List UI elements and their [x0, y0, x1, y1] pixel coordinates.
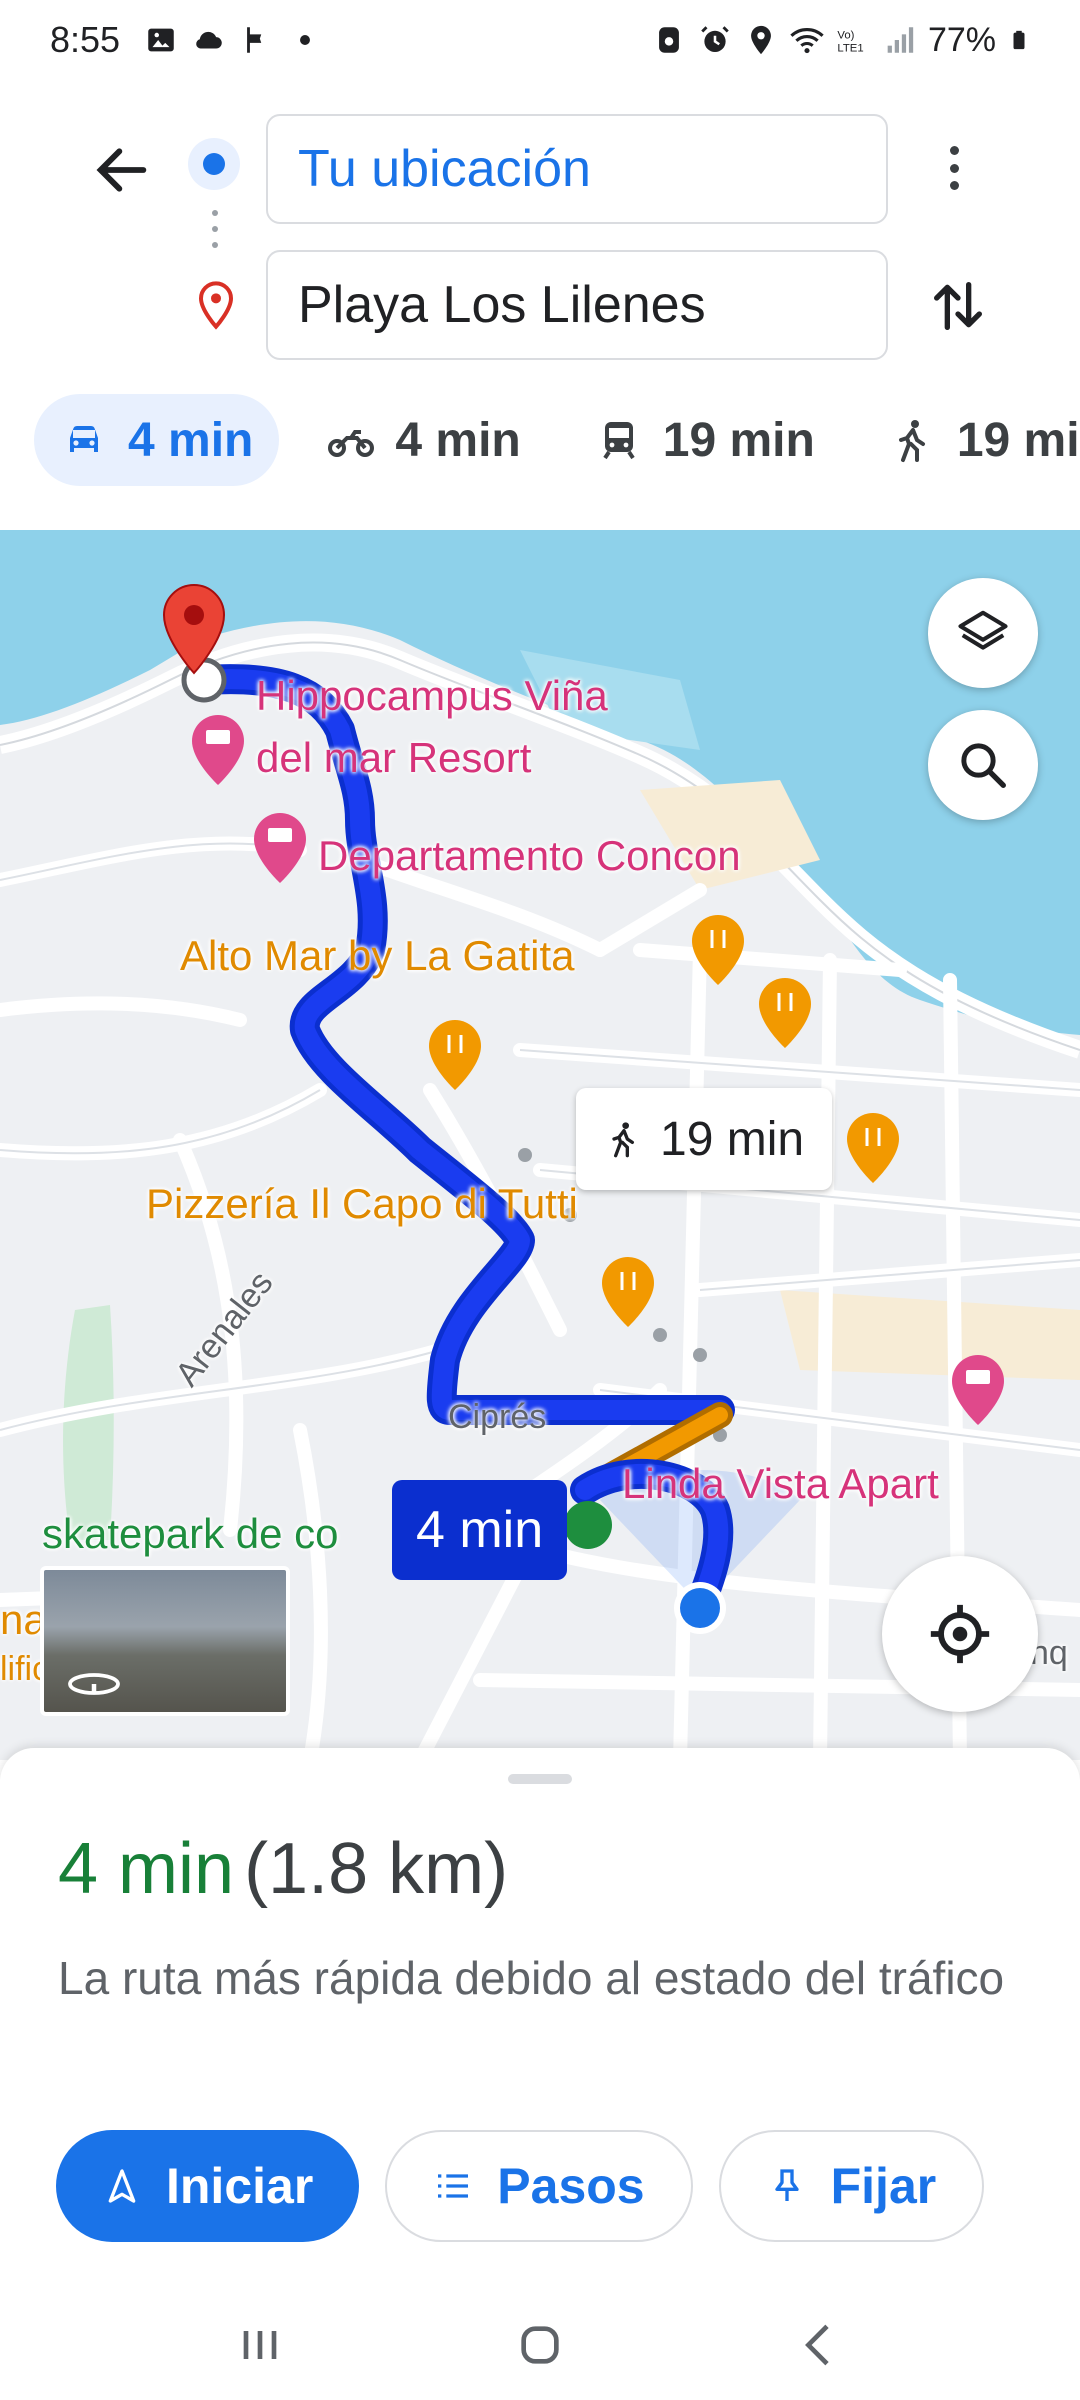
wifi-icon	[790, 28, 824, 54]
poi-label-alto-mar[interactable]: Alto Mar by La Gatita	[180, 932, 575, 980]
destination-pin-icon	[198, 281, 234, 330]
more-options-icon[interactable]	[934, 140, 974, 196]
vpn-icon	[659, 27, 679, 53]
location-icon	[751, 25, 771, 55]
poi-label-pizzeria[interactable]: Pizzería Il Capo di Tutti	[146, 1180, 578, 1228]
walk-icon	[612, 1122, 634, 1158]
route-summary-sheet[interactable]: 4 min (1.8 km) La ruta más rápida debido …	[0, 1748, 1080, 2308]
signal-icon	[887, 27, 914, 53]
my-location-button[interactable]	[882, 1556, 1038, 1712]
start-navigation-button[interactable]: Iniciar	[56, 2130, 360, 2242]
list-icon	[438, 2174, 469, 2198]
nav-back-icon[interactable]	[792, 2317, 848, 2373]
map-search-button[interactable]	[928, 710, 1038, 820]
dot-icon	[300, 35, 311, 45]
map-view[interactable]: Hippocampus Viña del mar Resort Departam…	[0, 530, 1080, 1760]
tab-driving[interactable]: 4 min	[34, 394, 280, 486]
travel-mode-tabs: 4 min 4 min 19 min 19 min	[0, 392, 1080, 488]
swap-icon[interactable]	[926, 274, 990, 338]
street-label-cipres: Ciprés	[448, 1398, 547, 1436]
route-duration: 4 min	[58, 1829, 235, 1909]
status-time: 8:55	[50, 19, 121, 60]
pin-icon	[774, 2169, 799, 2201]
search-icon	[961, 743, 1006, 788]
my-location-icon	[930, 1604, 990, 1664]
home-icon[interactable]	[512, 2317, 568, 2373]
tab-motorcycle-label: 4 min	[395, 413, 521, 467]
svg-text:Vo): Vo)	[837, 30, 854, 42]
lte-icon: Vo)LTE1	[837, 30, 863, 55]
destination-input[interactable]: Playa Los Lilenes	[266, 250, 888, 360]
poi-label-linda-vista[interactable]: Linda Vista Apart	[622, 1460, 939, 1508]
park-poi-icon	[564, 1501, 612, 1549]
recent-apps-icon[interactable]	[232, 2317, 288, 2373]
tab-transit[interactable]: 19 min	[569, 394, 841, 486]
route-time-chip[interactable]: 4 min	[392, 1480, 568, 1580]
battery-icon	[1013, 30, 1025, 50]
motorcycle-icon	[328, 430, 375, 457]
route-description: La ruta más rápida debido al estado del …	[58, 1952, 1005, 2004]
tab-walking[interactable]: 19 min	[863, 394, 1080, 486]
tab-motorcycle[interactable]: 4 min	[301, 394, 546, 486]
navigation-arrow-icon	[108, 2169, 136, 2203]
park-area	[63, 1305, 114, 1540]
flag-icon	[247, 27, 262, 53]
pin-label: Fijar	[830, 2158, 937, 2214]
route-connector-dots	[212, 210, 218, 258]
street-view-thumbnail[interactable]	[40, 1566, 290, 1716]
tab-transit-label: 19 min	[662, 413, 815, 467]
origin-input[interactable]: Tu ubicación	[266, 114, 888, 224]
notification-icons	[144, 23, 322, 57]
battery-percent: 77%	[927, 20, 996, 59]
drag-handle[interactable]	[508, 1774, 572, 1784]
alarm-icon	[701, 26, 729, 53]
poi-label-hippocampus-line2[interactable]: del mar Resort	[256, 734, 531, 782]
layers-icon	[958, 610, 1008, 650]
route-summary: 4 min (1.8 km)	[58, 1828, 508, 1910]
image-icon	[148, 28, 174, 52]
street-view-rotate-icon	[68, 1673, 120, 1695]
walk-icon	[898, 420, 925, 462]
poi-label-departamento[interactable]: Departamento Concon	[318, 832, 741, 880]
walking-time-chip[interactable]: 19 min	[576, 1088, 833, 1190]
system-navigation-bar	[0, 2290, 1080, 2400]
back-arrow-icon[interactable]	[90, 138, 154, 202]
route-distance: (1.8 km)	[244, 1829, 509, 1909]
hotel-poi-icon	[192, 715, 244, 785]
system-icons: Vo) LTE1 77%	[652, 21, 1030, 60]
steps-label: Pasos	[497, 2158, 645, 2214]
start-label: Iniciar	[166, 2158, 314, 2214]
cloud-icon	[196, 31, 222, 49]
poi-label-hippocampus[interactable]: Hippocampus Viña	[256, 672, 608, 720]
status-bar: 8:55 Vo) LTE1 77%	[0, 0, 1080, 80]
svg-text:LTE1: LTE1	[837, 42, 863, 54]
tab-driving-label: 4 min	[128, 413, 254, 467]
layers-button[interactable]	[928, 578, 1038, 688]
hotel-poi-icon-2	[254, 813, 306, 883]
route-actions: Iniciar Pasos Fijar	[56, 2130, 985, 2242]
walking-time-label: 19 min	[660, 1112, 805, 1166]
tab-walking-label: 19 min	[956, 413, 1080, 467]
origin-dot-icon	[188, 138, 240, 190]
car-icon	[70, 426, 98, 452]
steps-button[interactable]: Pasos	[385, 2130, 693, 2242]
transit-icon	[603, 422, 635, 460]
pin-button[interactable]: Fijar	[718, 2130, 985, 2242]
poi-label-skatepark[interactable]: skatepark de co	[42, 1510, 339, 1558]
